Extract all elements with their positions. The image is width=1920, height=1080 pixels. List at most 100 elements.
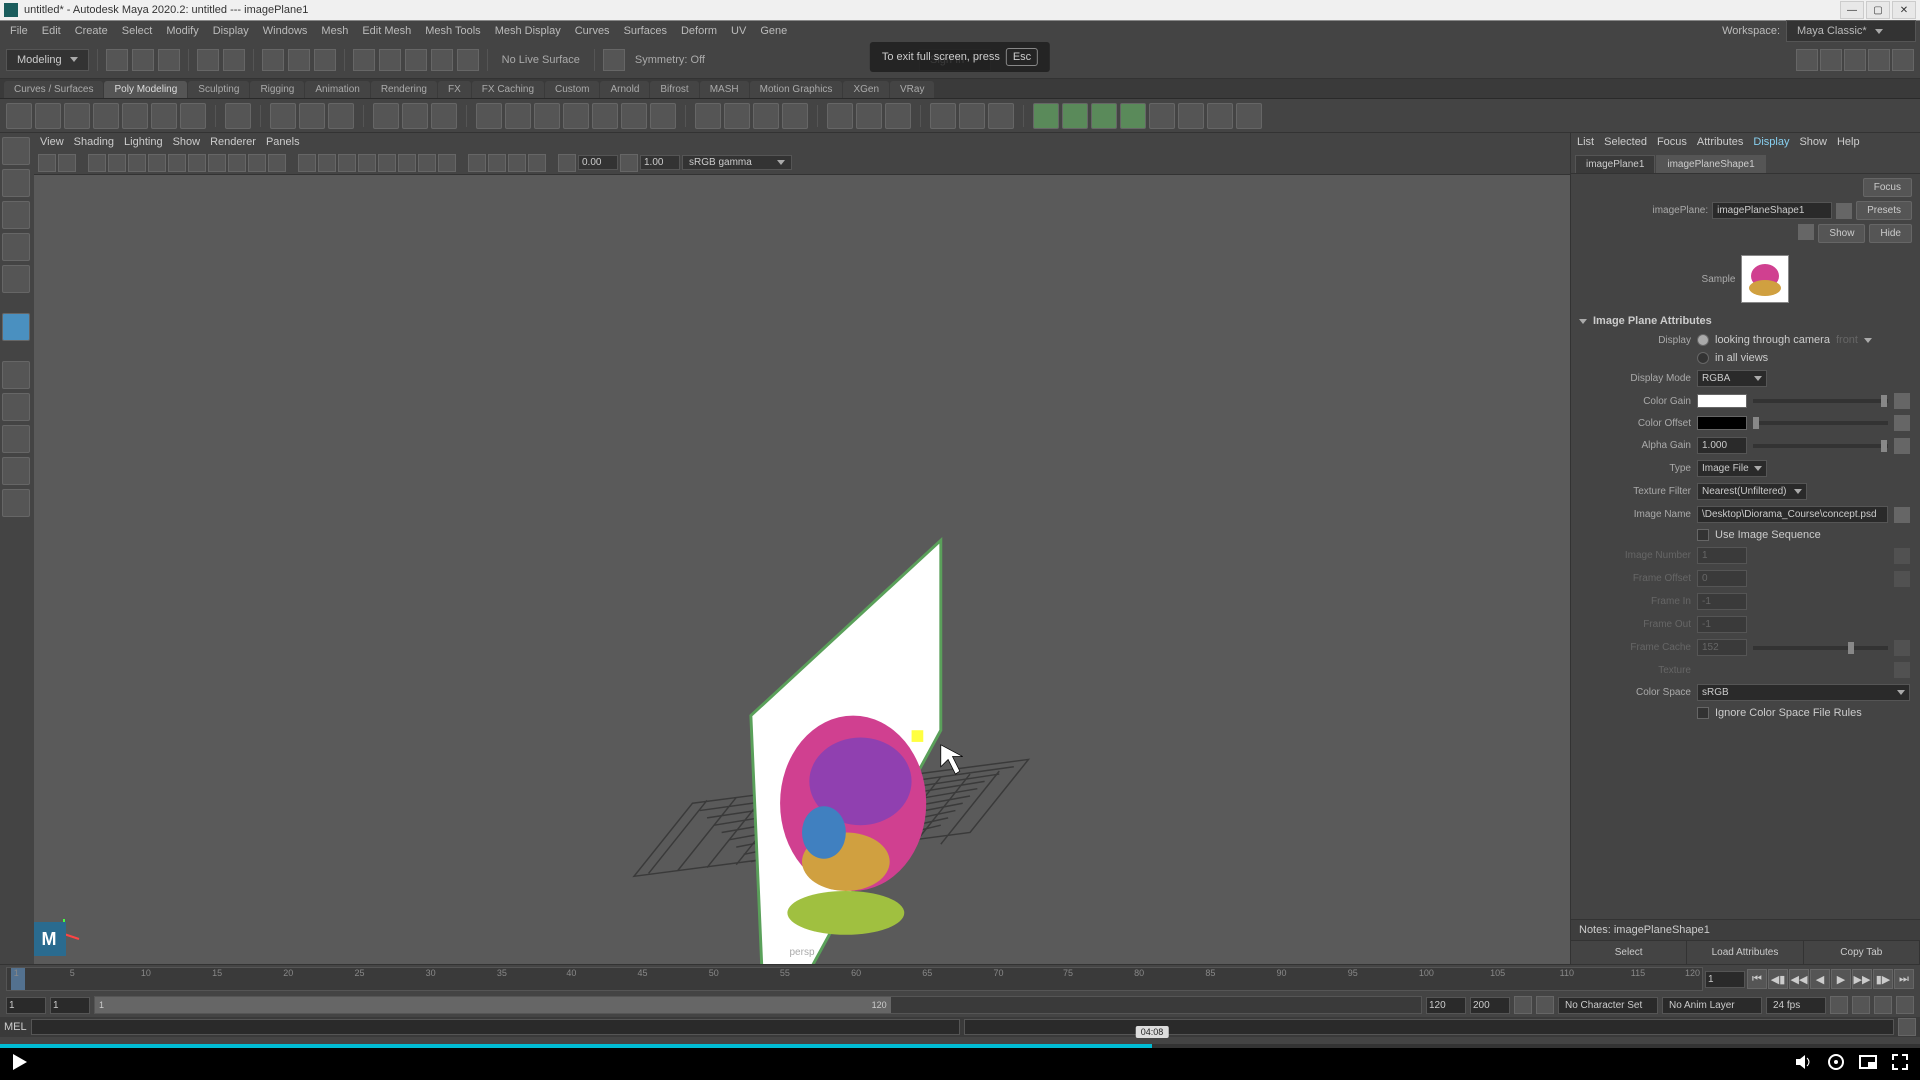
lasso-icon[interactable] [288, 49, 310, 71]
menu-edit-mesh[interactable]: Edit Mesh [356, 23, 417, 39]
save-scene-icon[interactable] [158, 49, 180, 71]
vp-menu-view[interactable]: View [40, 136, 64, 148]
pip-icon[interactable] [1858, 1052, 1878, 1072]
target-weld-icon[interactable] [724, 103, 750, 129]
vp-menu-renderer[interactable]: Renderer [210, 136, 256, 148]
reduce-icon[interactable] [988, 103, 1014, 129]
anim-layer-dropdown[interactable]: No Anim Layer [1662, 997, 1762, 1014]
pin-icon[interactable] [1836, 203, 1852, 219]
vp-xray-icon[interactable] [488, 154, 506, 172]
vp-lights-icon[interactable] [358, 154, 376, 172]
menu-deform[interactable]: Deform [675, 23, 723, 39]
bool-difference-icon[interactable] [505, 103, 531, 129]
step-back-icon[interactable]: ◀◀ [1789, 969, 1809, 989]
bridge-icon[interactable] [592, 103, 618, 129]
vp-gate-mask-icon[interactable] [208, 154, 226, 172]
snap-plane-icon[interactable] [431, 49, 453, 71]
svg-icon[interactable] [328, 103, 354, 129]
menu-mesh-tools[interactable]: Mesh Tools [419, 23, 486, 39]
vp-resolution-gate-icon[interactable] [188, 154, 206, 172]
tab-xgen[interactable]: XGen [843, 81, 889, 98]
end-frame-field[interactable] [1470, 997, 1510, 1014]
range-start-field[interactable] [50, 997, 90, 1014]
step-back-key-icon[interactable]: ◀▮ [1768, 969, 1788, 989]
attr-menu-selected[interactable]: Selected [1604, 136, 1647, 148]
map-icon[interactable] [1894, 438, 1910, 454]
type-dropdown[interactable]: Image File [1697, 460, 1767, 477]
render-view-icon[interactable] [1796, 49, 1818, 71]
close-button[interactable]: ✕ [1892, 1, 1916, 19]
vp-image-plane-icon[interactable] [88, 154, 106, 172]
prefs-icon[interactable] [1874, 996, 1892, 1014]
poly-sphere-icon[interactable] [6, 103, 32, 129]
go-to-end-icon[interactable]: ⏭ [1894, 969, 1914, 989]
focus-button[interactable]: Focus [1863, 178, 1912, 197]
use-image-seq-checkbox[interactable] [1697, 529, 1709, 541]
vp-shadows-icon[interactable] [378, 154, 396, 172]
play-back-icon[interactable]: ◀ [1810, 969, 1830, 989]
vp-shaded-icon[interactable] [318, 154, 336, 172]
range-end-field[interactable] [1426, 997, 1466, 1014]
copy-tab-button[interactable]: Copy Tab [1804, 941, 1920, 964]
vp-menu-panels[interactable]: Panels [266, 136, 300, 148]
remesh-icon[interactable] [959, 103, 985, 129]
step-forward-icon[interactable]: ▶▶ [1852, 969, 1872, 989]
vp-grid-icon[interactable] [148, 154, 166, 172]
workspace-dropdown[interactable]: Maya Classic* [1786, 20, 1916, 42]
poly-torus-icon[interactable] [122, 103, 148, 129]
maximize-button[interactable]: ▢ [1866, 1, 1890, 19]
play-forward-icon[interactable]: ▶ [1831, 969, 1851, 989]
menu-uv[interactable]: UV [725, 23, 752, 39]
tab-sculpting[interactable]: Sculpting [188, 81, 249, 98]
vp-isolate-icon[interactable] [468, 154, 486, 172]
folder-icon[interactable] [1894, 507, 1910, 523]
time-slider[interactable]: 1 5 10 15 20 25 30 35 40 45 50 55 60 65 … [6, 967, 1703, 991]
image-name-field[interactable] [1697, 506, 1888, 523]
move-tool[interactable] [2, 201, 30, 229]
start-frame-field[interactable] [6, 997, 46, 1014]
layout-single-icon[interactable] [2, 361, 30, 389]
vp-bookmark-icon[interactable] [58, 154, 76, 172]
menu-create[interactable]: Create [69, 23, 114, 39]
video-progress-bar[interactable]: 04:08 [0, 1044, 1920, 1048]
tab-animation[interactable]: Animation [305, 81, 369, 98]
color-offset-swatch[interactable] [1697, 416, 1747, 430]
menu-mesh[interactable]: Mesh [315, 23, 354, 39]
vp-anti-alias-icon[interactable] [438, 154, 456, 172]
menu-surfaces[interactable]: Surfaces [618, 23, 673, 39]
poly-disc-icon[interactable] [180, 103, 206, 129]
combine-icon[interactable] [402, 103, 428, 129]
frame-cache-slider[interactable] [1753, 646, 1888, 650]
viewport[interactable]: M persp [34, 175, 1570, 964]
tab-motion-graphics[interactable]: Motion Graphics [750, 81, 843, 98]
platonic-icon[interactable] [225, 103, 251, 129]
go-to-start-icon[interactable]: ⏮ [1747, 969, 1767, 989]
quad-draw-icon[interactable] [782, 103, 808, 129]
color-gain-swatch[interactable] [1697, 394, 1747, 408]
image-plane-attrs-header[interactable]: Image Plane Attributes [1571, 311, 1920, 331]
tab-mash[interactable]: MASH [700, 81, 749, 98]
alpha-gain-slider[interactable] [1753, 444, 1888, 448]
menu-set-dropdown[interactable]: Modeling [6, 49, 89, 71]
video-play-button[interactable] [10, 1052, 30, 1072]
tab-arnold[interactable]: Arnold [600, 81, 649, 98]
attr-menu-list[interactable]: List [1577, 136, 1594, 148]
step-forward-key-icon[interactable]: ▮▶ [1873, 969, 1893, 989]
render-frame-icon[interactable] [1820, 49, 1842, 71]
load-attributes-button[interactable]: Load Attributes [1687, 941, 1803, 964]
rotate-tool[interactable] [2, 233, 30, 261]
attr-menu-show[interactable]: Show [1799, 136, 1827, 148]
ipr-render-icon[interactable] [1844, 49, 1866, 71]
tab-custom[interactable]: Custom [545, 81, 599, 98]
bool-c-icon[interactable] [1091, 103, 1117, 129]
no-live-surface[interactable]: No Live Surface [496, 54, 586, 66]
command-input[interactable] [31, 1019, 961, 1035]
map-icon[interactable] [1894, 393, 1910, 409]
tab-poly-modeling[interactable]: Poly Modeling [104, 81, 187, 98]
sweep-mesh-icon[interactable] [373, 103, 399, 129]
vp-safe-action-icon[interactable] [248, 154, 266, 172]
vp-motion-blur-icon[interactable] [418, 154, 436, 172]
auto-key-icon[interactable] [1514, 996, 1532, 1014]
vp-ao-icon[interactable] [398, 154, 416, 172]
layout-outliner-icon[interactable] [2, 457, 30, 485]
